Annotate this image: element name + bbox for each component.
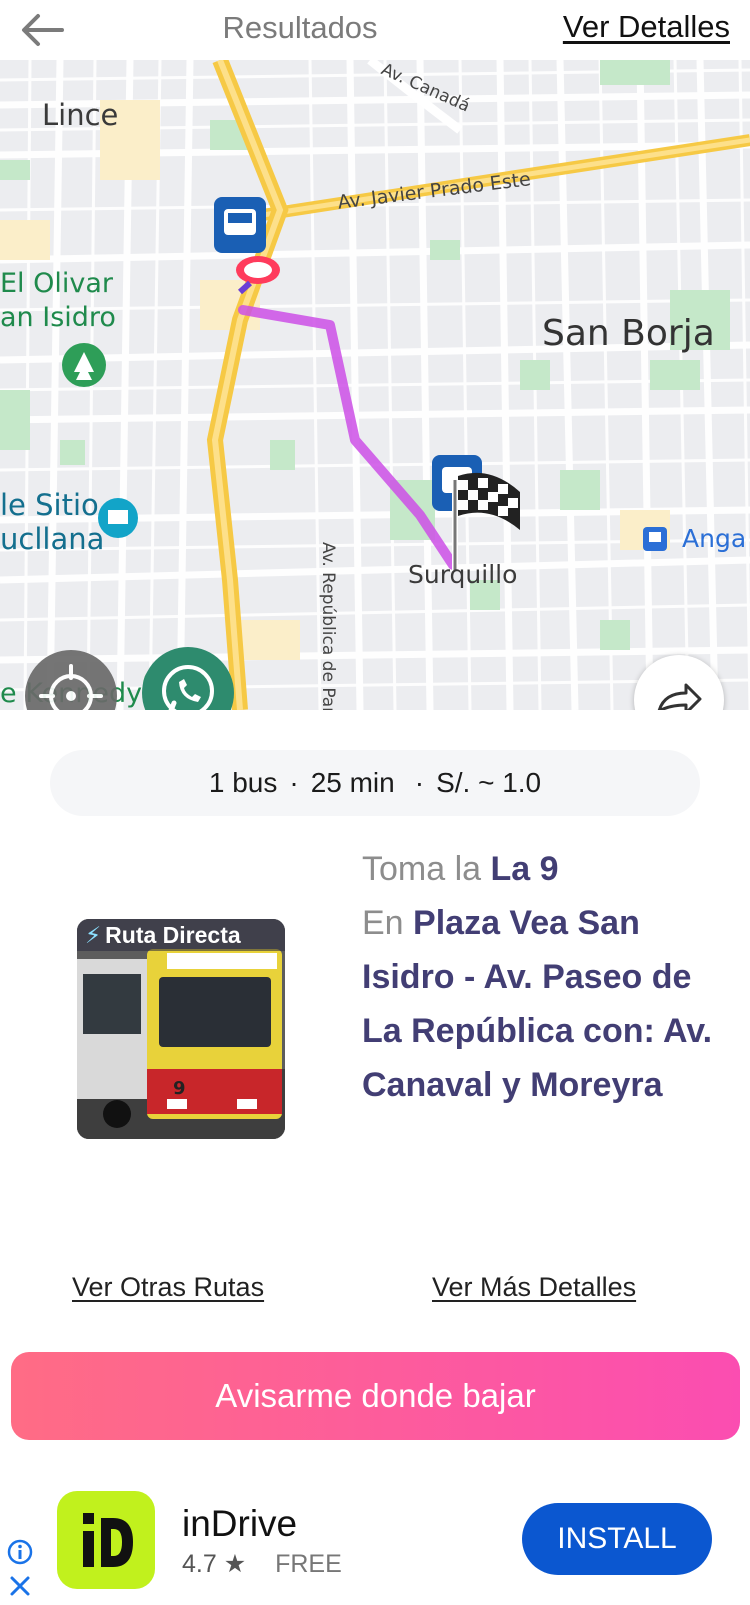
map-label-sitio: le Sitio: [0, 488, 99, 522]
map-label-el-olivar: El Olivar: [0, 268, 114, 299]
map-label-huallamarca: ucllana: [0, 522, 105, 556]
notify-stop-button[interactable]: Avisarme donde bajar: [11, 1352, 740, 1440]
share-arrow-icon[interactable]: [634, 655, 724, 710]
map-label-san-isidro: an Isidro: [0, 302, 116, 333]
route-instructions: Toma la La 9 En Plaza Vea San Isidro - A…: [362, 842, 732, 1112]
route-result-sheet: 1 bus · 25 min · S/. ~ 1.0 9 ⚡ Ruta Direc…: [0, 710, 750, 1600]
whatsapp-icon[interactable]: [142, 647, 234, 710]
take-prefix: Toma la: [362, 850, 482, 888]
info-icon[interactable]: [6, 1538, 34, 1566]
ad-rating: 4.7: [182, 1550, 217, 1578]
bus-count: 1 bus: [208, 767, 278, 798]
lightning-icon: ⚡: [85, 922, 102, 948]
trip-duration: 25 min: [310, 767, 395, 798]
separator: ·: [289, 767, 299, 798]
page-title: Resultados: [222, 10, 378, 45]
at-prefix: En: [362, 904, 404, 942]
ad-app-name[interactable]: inDrive: [182, 1503, 297, 1545]
install-button[interactable]: INSTALL: [522, 1503, 712, 1575]
direct-route-label: Ruta Directa: [105, 922, 241, 948]
separator: ·: [414, 767, 425, 798]
crosshair-icon[interactable]: [25, 650, 117, 710]
map-label-angamos: Anga: [682, 524, 747, 553]
other-routes-link[interactable]: Ver Otras Rutas: [72, 1272, 264, 1303]
star-icon: ★: [223, 1550, 247, 1578]
route-map[interactable]: Lince El Olivar an Isidro le Sitio uclla…: [0, 60, 750, 710]
map-label-republica: Av. República de Pan: [318, 542, 338, 710]
ad-meta: 4.7 ★ FREE: [182, 1549, 342, 1579]
top-bar: Resultados Ver Detalles: [0, 0, 750, 60]
boarding-stop: Plaza Vea San Isidro - Av. Paseo de La R…: [362, 904, 713, 1104]
map-label-surquillo: Surquillo: [408, 560, 518, 589]
bus-photo: 9 ⚡ Ruta Directa: [77, 919, 285, 1139]
map-label-san-borja: San Borja: [542, 313, 715, 354]
ad-price: FREE: [275, 1550, 342, 1578]
trip-summary-pill: 1 bus · 25 min · S/. ~ 1.0: [50, 750, 700, 816]
view-details-link[interactable]: Ver Detalles: [563, 9, 730, 45]
close-icon[interactable]: [6, 1572, 34, 1600]
map-label-lince: Lince: [42, 98, 119, 132]
direct-route-badge: ⚡ Ruta Directa: [77, 919, 285, 951]
more-details-link[interactable]: Ver Más Detalles: [432, 1272, 636, 1303]
bus-line-name: La 9: [490, 850, 559, 888]
indrive-app-icon[interactable]: [57, 1491, 155, 1589]
svg-text:9: 9: [173, 1078, 186, 1099]
trip-fare: S/. ~ 1.0: [436, 767, 542, 798]
